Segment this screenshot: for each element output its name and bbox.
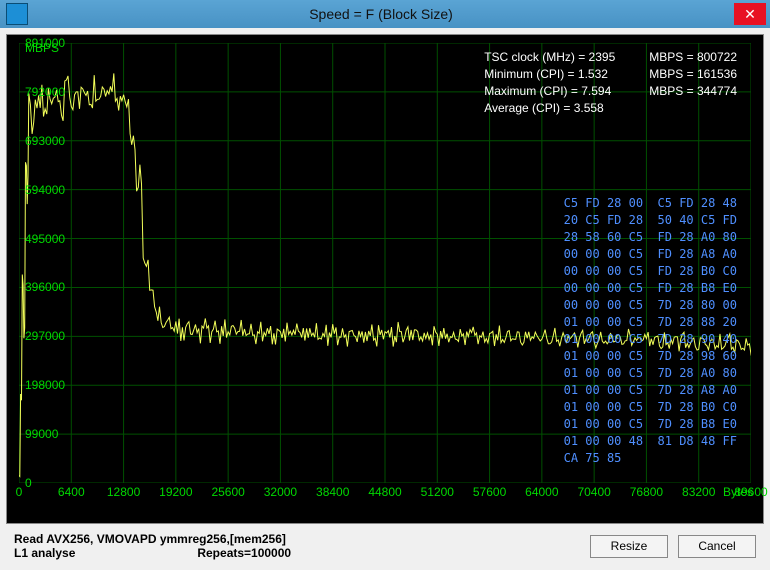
y-tick: 396000 xyxy=(25,280,65,294)
stat-line: MBPS = 161536 xyxy=(649,66,737,83)
stats-box: TSC clock (MHz) = 2395Minimum (CPI) = 1.… xyxy=(484,49,737,117)
footer-info: Read AVX256, VMOVAPD ymmreg256,[mem256] … xyxy=(14,532,580,560)
stats-right: MBPS = 800722MBPS = 161536MBPS = 344774 xyxy=(649,49,737,117)
stats-left: TSC clock (MHz) = 2395Minimum (CPI) = 1.… xyxy=(484,49,615,117)
stat-line: Minimum (CPI) = 1.532 xyxy=(484,66,615,83)
x-tick: 57600 xyxy=(473,485,506,499)
stat-line: Maximum (CPI) = 7.594 xyxy=(484,83,615,100)
x-tick: 19200 xyxy=(159,485,192,499)
x-tick: 64000 xyxy=(525,485,558,499)
y-tick: 495000 xyxy=(25,232,65,246)
stat-line: Average (CPI) = 3.558 xyxy=(484,100,615,117)
stat-line: MBPS = 344774 xyxy=(649,83,737,100)
x-tick: 70400 xyxy=(577,485,610,499)
hex-dump: C5 FD 28 00 C5 FD 28 48 20 C5 FD 28 50 4… xyxy=(564,195,737,467)
app-icon xyxy=(6,3,28,25)
x-tick: 6400 xyxy=(58,485,85,499)
plot-region: MBPS 89100079200069300059400049500039600… xyxy=(19,43,751,481)
y-tick: 693000 xyxy=(25,134,65,148)
chart-area: MBPS 89100079200069300059400049500039600… xyxy=(6,34,764,524)
y-tick: 297000 xyxy=(25,329,65,343)
x-tick: 32000 xyxy=(264,485,297,499)
x-tick: 0 xyxy=(16,485,23,499)
y-tick: 198000 xyxy=(25,378,65,392)
bottom-bar: Read AVX256, VMOVAPD ymmreg256,[mem256] … xyxy=(6,528,764,564)
x-tick: 51200 xyxy=(421,485,454,499)
resize-button[interactable]: Resize xyxy=(590,535,668,558)
y-tick: 792000 xyxy=(25,85,65,99)
x-tick: 83200 xyxy=(682,485,715,499)
footer-line1: Read AVX256, VMOVAPD ymmreg256,[mem256] xyxy=(14,532,580,546)
y-tick: 594000 xyxy=(25,183,65,197)
close-button[interactable]: ✕ xyxy=(734,3,766,25)
x-tick: 12800 xyxy=(107,485,140,499)
cancel-button[interactable]: Cancel xyxy=(678,535,756,558)
x-tick: 44800 xyxy=(368,485,401,499)
y-tick: 0 xyxy=(25,476,32,490)
x-tick: 25600 xyxy=(211,485,244,499)
y-tick: 891000 xyxy=(25,36,65,50)
x-tick: 38400 xyxy=(316,485,349,499)
stat-line: MBPS = 800722 xyxy=(649,49,737,66)
y-tick: 99000 xyxy=(25,427,58,441)
x-axis-unit: Bytes xyxy=(723,485,753,499)
stat-line: TSC clock (MHz) = 2395 xyxy=(484,49,615,66)
titlebar: Speed = F (Block Size) ✕ xyxy=(0,0,770,28)
footer-line2: L1 analyse Repeats=100000 xyxy=(14,546,580,560)
x-tick: 76800 xyxy=(630,485,663,499)
window-title: Speed = F (Block Size) xyxy=(28,6,734,22)
